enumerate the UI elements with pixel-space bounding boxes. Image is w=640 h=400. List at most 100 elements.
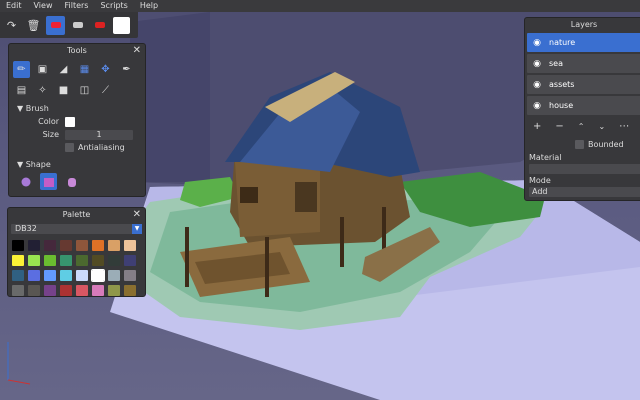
palette-color-swatch[interactable] [12,285,24,296]
line-icon[interactable]: ⟋ [97,82,114,99]
palette-color-swatch[interactable] [28,285,40,296]
layer-list: ◉ nature ◉ sea ◉ assets ◉ house [525,33,640,115]
size-input[interactable]: 1 [65,129,133,140]
brush-red-icon[interactable] [90,16,109,35]
palette-color-swatch[interactable] [28,255,40,266]
palette-color-swatch[interactable] [76,285,88,296]
menu-help[interactable]: Help [134,0,164,12]
tools-title: Tools [67,46,87,55]
layer-name: sea [549,59,563,68]
palette-color-swatch[interactable] [60,255,72,266]
palette-color-swatch[interactable] [92,285,104,296]
layer-item-sea[interactable]: ◉ sea [527,54,640,73]
square-icon[interactable]: ■ [55,82,72,99]
palette-color-swatch[interactable] [108,270,120,281]
chevron-down-icon: ▼ [132,224,142,234]
redo-icon[interactable]: ↷ [2,16,21,35]
eye-icon[interactable]: ◉ [527,80,547,90]
layer-item-assets[interactable]: ◉ assets [527,75,640,94]
antialiasing-label: Antialiasing [78,143,125,152]
move-icon[interactable]: ✥ [97,61,114,78]
palette-color-swatch[interactable] [91,269,105,282]
more-options-icon[interactable]: ⋯ [619,121,629,132]
palette-color-swatch[interactable] [108,255,120,266]
extrude-icon[interactable]: ◢ [55,61,72,78]
grid-icon[interactable]: ▦ [76,61,93,78]
palette-color-swatch[interactable] [76,255,88,266]
layer-name: house [549,101,574,110]
eraser-icon[interactable] [68,16,87,35]
palette-color-swatch[interactable] [44,285,56,296]
palette-color-swatch[interactable] [92,255,104,266]
palette-color-swatch[interactable] [28,240,40,251]
palette-color-swatch[interactable] [108,240,120,251]
shape-header-label: Shape [25,160,51,169]
layer-item-nature[interactable]: ◉ nature [527,33,640,52]
material-label: Material [529,153,562,162]
layers-panel: Layers ◉ nature ◉ sea ◉ assets ◉ house + − ⌃ ⌄ … [524,17,640,201]
layers-title: Layers [570,20,598,29]
palette-color-swatch[interactable] [124,255,136,266]
palette-color-swatch[interactable] [60,240,72,251]
layer-name: nature [549,38,576,47]
brush-section-header[interactable]: ▼ Brush [9,102,145,115]
eyedropper-icon[interactable]: ✒ [118,61,135,78]
main-toolbar: ↷ 🗑 [0,12,138,38]
menu-filters[interactable]: Filters [58,0,94,12]
magic-wand-icon[interactable]: ✧ [34,82,51,99]
palette-color-swatch[interactable] [44,255,56,266]
color-swatch-icon[interactable] [112,16,131,35]
paste-icon[interactable]: ◫ [76,82,93,99]
layer-item-house[interactable]: ◉ house [527,96,640,115]
palette-color-swatch[interactable] [44,270,56,281]
palette-color-swatch[interactable] [12,240,24,251]
palette-color-swatch[interactable] [60,285,72,296]
mode-select[interactable]: Add [529,187,640,197]
palette-color-swatch[interactable] [76,240,88,251]
trash-icon[interactable]: 🗑 [24,16,43,35]
shape-section-header[interactable]: ▼ Shape [9,158,145,171]
palette-color-swatch[interactable] [44,240,56,251]
remove-layer-icon[interactable]: − [555,121,563,132]
menu-view[interactable]: View [28,0,59,12]
eye-icon[interactable]: ◉ [527,59,547,69]
palette-color-swatch[interactable] [124,285,136,296]
move-up-icon[interactable]: ⌃ [578,122,585,131]
layer-name: assets [549,80,575,89]
cube-icon[interactable]: ▣ [34,61,51,78]
eye-icon[interactable]: ◉ [527,101,547,111]
cube-shape-icon[interactable] [40,173,57,190]
cylinder-shape-icon[interactable] [63,173,80,190]
palette-color-swatch[interactable] [28,270,40,281]
antialiasing-checkbox[interactable] [65,143,74,152]
palette-color-swatch[interactable] [12,255,24,266]
brush-color-swatch[interactable] [65,116,75,127]
mode-label: Mode [529,176,551,185]
move-down-icon[interactable]: ⌄ [598,122,605,131]
material-field[interactable] [529,164,640,174]
palette-color-swatch[interactable] [124,270,136,281]
close-icon[interactable]: ✕ [133,209,141,220]
menu-scripts[interactable]: Scripts [94,0,133,12]
menu-edit[interactable]: Edit [0,0,28,12]
color-label: Color [38,117,59,126]
brush-header-label: Brush [25,104,49,113]
close-icon[interactable]: ✕ [133,45,141,56]
palette-color-swatch[interactable] [60,270,72,281]
size-label: Size [42,130,59,139]
add-layer-icon[interactable]: + [533,121,541,132]
select-icon[interactable]: ▤ [13,82,30,99]
palette-color-swatch[interactable] [108,285,120,296]
palette-title: Palette [62,210,91,219]
palette-color-swatch[interactable] [124,240,136,251]
palette-select[interactable]: DB32 ▼ [11,224,142,234]
paint-bucket-icon[interactable] [46,15,65,35]
palette-panel: Palette ✕ DB32 ▼ [7,207,146,297]
bounded-checkbox[interactable] [575,140,584,149]
palette-color-swatch[interactable] [76,270,88,281]
palette-color-swatch[interactable] [92,240,104,251]
palette-color-swatch[interactable] [12,270,24,281]
sphere-shape-icon[interactable] [17,173,34,190]
eye-icon[interactable]: ◉ [527,38,547,48]
pencil-icon[interactable]: ✏ [13,61,30,78]
